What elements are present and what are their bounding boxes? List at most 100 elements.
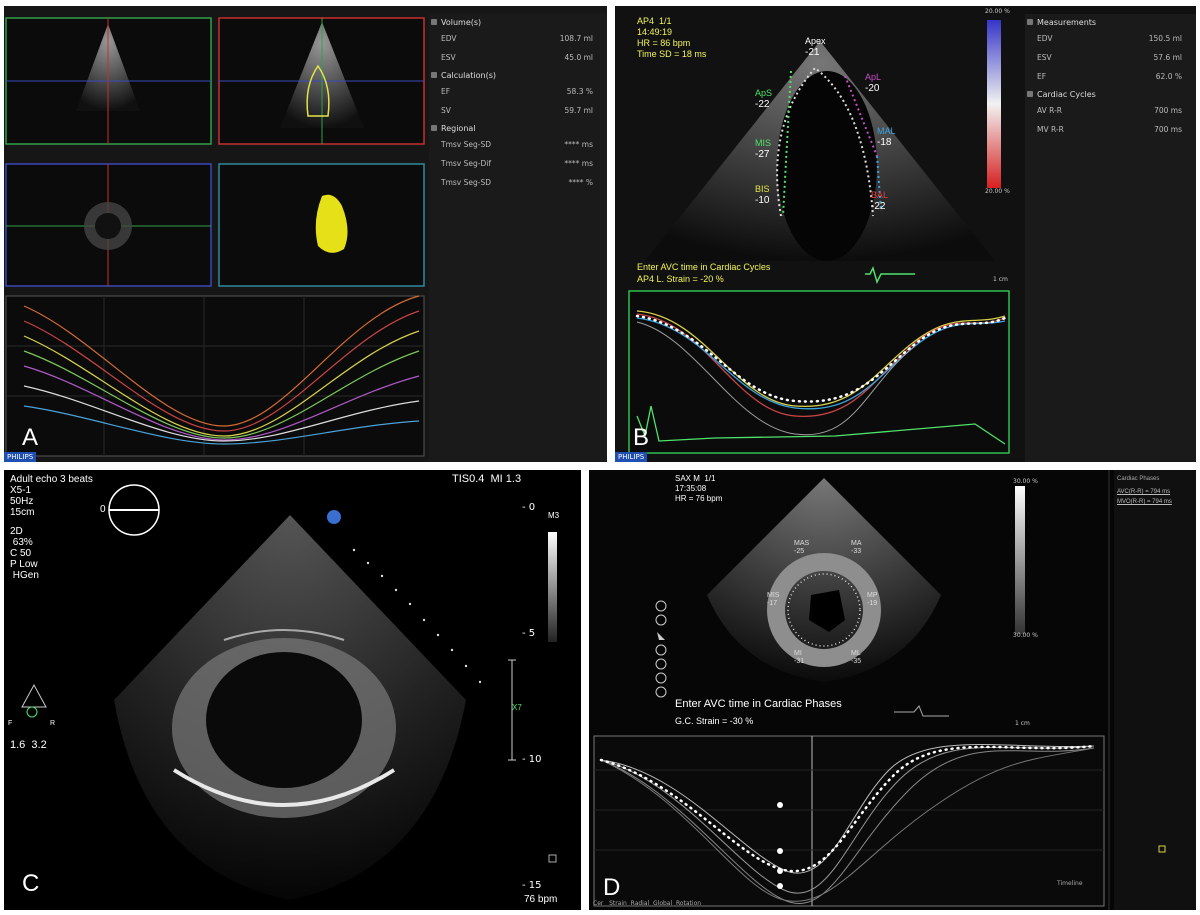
- panel-b-message: Enter AVC time in Cardiac Cycles: [637, 262, 771, 272]
- results-label: Tmsv Seg-SD: [441, 140, 491, 149]
- panel-d-side-header: Cardiac Phases: [1117, 476, 1160, 482]
- segment-value: -21: [805, 47, 820, 58]
- panel-d-label: D: [603, 874, 621, 901]
- results-label: ESV: [441, 53, 456, 62]
- panel-d-scale-bottom: 30.00 %: [1013, 632, 1038, 639]
- results-value: **** ms: [564, 159, 593, 168]
- text-line: 50Hz: [10, 496, 34, 507]
- text-line: 2D: [10, 526, 23, 537]
- results-section-header: Volume(s): [429, 16, 607, 29]
- segment-name: BAL: [871, 190, 889, 200]
- results-label: EF: [1037, 72, 1047, 81]
- results-label: EF: [441, 87, 451, 96]
- panel-d-scale-unit: 1 cm: [1015, 720, 1030, 727]
- panel-d-views: [593, 470, 1196, 910]
- results-value: 62.0 %: [1155, 72, 1182, 81]
- panel-c-mode: 2D 63% C 50 P Low HGen: [10, 526, 39, 581]
- depth-tick: - 5: [522, 628, 536, 639]
- panel-c-echo-view: [21, 484, 557, 900]
- segment-value: -33: [851, 548, 862, 555]
- text-line: AP4 1/1: [637, 16, 672, 26]
- text-line: Adult echo 3 beats: [10, 474, 93, 485]
- panel-c-lr-values: 1.6 3.2: [10, 739, 47, 751]
- segment-value: -22: [755, 99, 770, 110]
- results-label: SV: [441, 106, 451, 115]
- results-row: SV 59.7 ml: [429, 101, 607, 120]
- panel-c-tis-mi: TIS0.4 MI 1.3: [452, 473, 522, 485]
- panel-d-message: Enter AVC time in Cardiac Phases: [675, 698, 842, 710]
- segment-value: -22: [871, 201, 886, 212]
- segment-value: -18: [877, 137, 892, 148]
- results-section-header: Calculation(s): [429, 69, 607, 82]
- panel-a-label: A: [22, 424, 39, 451]
- results-label: MV R-R: [1037, 125, 1064, 134]
- panel-b-views: [628, 20, 1010, 454]
- results-row: Tmsv Seg-Dif **** ms: [429, 154, 607, 173]
- text-line: X5-1: [10, 485, 32, 496]
- panel-b-scale-top: 20.00 %: [985, 8, 1010, 15]
- panel-b-label: B: [633, 424, 650, 451]
- side-item: AVC(R-R) = 794 ms: [1117, 489, 1171, 495]
- panel-b-scale-unit: 1 cm: [993, 276, 1008, 283]
- results-value: 108.7 ml: [559, 34, 593, 43]
- panel-d-side-panel: Cardiac Phases AVC(R-R) = 794 ms MVO(R-R)…: [1117, 474, 1193, 505]
- results-section-header: Measurements: [1025, 16, 1196, 29]
- panel-b-vendor-logo: PHILIPS: [615, 452, 648, 462]
- depth-tick: - 15: [522, 880, 542, 891]
- results-label: ESV: [1037, 53, 1052, 62]
- panel-d-header: SAX M 1/1 17:35:08 HR = 76 bpm: [675, 474, 722, 504]
- side-item: MVO(R-R) = 794 ms: [1117, 499, 1172, 505]
- results-label: EDV: [1037, 34, 1053, 43]
- panel-b: AP4 1/1 14:49:19 HR = 86 bpm Time SD = 18 m…: [615, 6, 1196, 462]
- segment-value: -19: [867, 600, 878, 607]
- segment-name: MIS: [755, 138, 772, 148]
- segment-name: MAL: [877, 126, 896, 136]
- panel-c-m3: M3: [548, 511, 560, 520]
- panel-c-probe-angle: 0: [100, 504, 106, 515]
- depth-tick: - 0: [522, 502, 536, 513]
- results-row: MV R-R 700 ms: [1025, 120, 1196, 139]
- panel-d: SAX M 1/1 17:35:08 HR = 76 bpm 30.00 % 30.…: [589, 470, 1196, 910]
- segment-name: Apex: [805, 36, 826, 46]
- text-line: 15cm: [10, 507, 35, 518]
- panel-c-lr-right: R: [50, 720, 56, 727]
- results-value: 57.6 ml: [1153, 53, 1182, 62]
- panel-d-chart-legend: Timeline: [1057, 880, 1083, 887]
- results-row: EF 58.3 %: [429, 82, 607, 101]
- results-row: AV R-R 700 ms: [1025, 101, 1196, 120]
- results-label: Tmsv Seg-Dif: [441, 159, 491, 168]
- panel-a-results: Volume(s) EDV 108.7 ml ESV 45.0 ml Calculatio…: [429, 14, 607, 462]
- text-line: 17:35:08: [675, 484, 707, 493]
- panel-c-lr-left: F: [8, 720, 13, 727]
- panel-d-strain: G.C. Strain = -30 %: [675, 716, 754, 726]
- panel-b-scale-bottom: 20.00 %: [985, 188, 1010, 195]
- results-row: ESV 45.0 ml: [429, 48, 607, 67]
- results-label: Tmsv Seg-SD: [441, 178, 491, 187]
- panel-c: Adult echo 3 beats X5-1 50Hz 15cm 2D 63% C 5…: [4, 470, 581, 910]
- panel-b-header: AP4 1/1 14:49:19 HR = 86 bpm Time SD = 18 m…: [637, 16, 706, 60]
- results-value: 700 ms: [1154, 125, 1182, 134]
- results-row: EDV 108.7 ml: [429, 29, 607, 48]
- text-line: SAX M 1/1: [675, 474, 716, 483]
- results-value: 59.7 ml: [564, 106, 593, 115]
- results-row: Tmsv Seg-SD **** %: [429, 173, 607, 192]
- panel-b-strain: AP4 L. Strain = -20 %: [637, 274, 724, 284]
- results-value: 58.3 %: [566, 87, 593, 96]
- results-label: EDV: [441, 34, 457, 43]
- segment-name: ApL: [865, 72, 882, 82]
- panel-c-heart-rate: 76 bpm: [524, 894, 558, 905]
- text-line: 63%: [10, 537, 33, 548]
- segment-value: -25: [794, 548, 805, 555]
- panel-c-info: Adult echo 3 beats X5-1 50Hz 15cm: [10, 474, 93, 518]
- results-value: 700 ms: [1154, 106, 1182, 115]
- results-value: 150.5 ml: [1148, 34, 1182, 43]
- results-value: **** ms: [564, 140, 593, 149]
- segment-value: -27: [755, 149, 770, 160]
- text-line: HR = 76 bpm: [675, 494, 723, 503]
- text-line: 14:49:19: [637, 27, 673, 37]
- results-row: Tmsv Seg-SD **** ms: [429, 135, 607, 154]
- depth-tick: - 10: [522, 754, 542, 765]
- panel-b-results: Measurements EDV 150.5 ml ESV 57.6 ml EF 62.0 …: [1025, 14, 1196, 462]
- results-label: AV R-R: [1037, 106, 1062, 115]
- segment-value: -10: [755, 195, 770, 206]
